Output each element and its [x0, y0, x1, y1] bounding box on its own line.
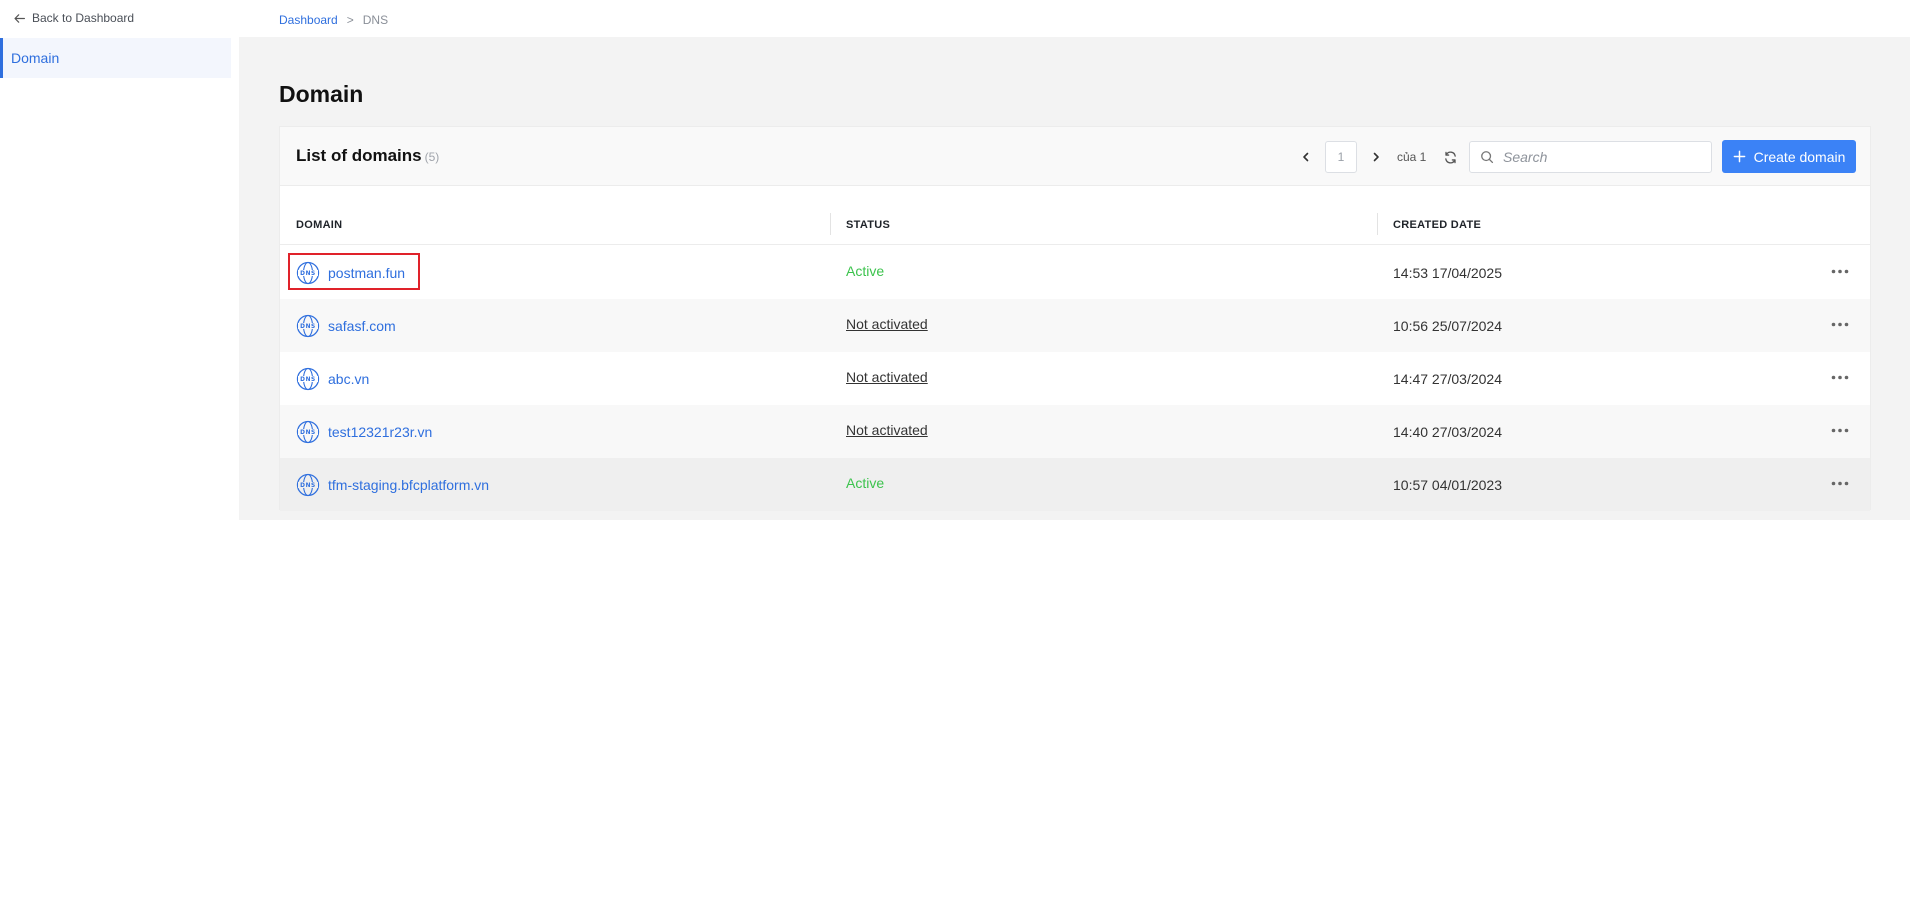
- page-number-input[interactable]: 1: [1325, 141, 1357, 173]
- row-actions-button[interactable]: [1827, 419, 1853, 441]
- dns-globe-icon: DNS: [296, 367, 320, 391]
- sidebar-item-domain[interactable]: Domain: [0, 38, 231, 78]
- row-actions-button[interactable]: [1827, 313, 1853, 335]
- column-status: STATUS: [846, 219, 891, 231]
- sidebar: Back to Dashboard Domain: [0, 0, 239, 919]
- domain-link[interactable]: DNS tfm-staging.bfcplatform.vn: [296, 473, 489, 497]
- domain-name: tfm-staging.bfcplatform.vn: [328, 477, 490, 493]
- back-to-dashboard-link[interactable]: Back to Dashboard: [13, 11, 134, 25]
- pagination: 1 của 1: [1291, 141, 1464, 173]
- status-badge: Active: [846, 263, 885, 279]
- prev-page-button[interactable]: [1291, 142, 1321, 172]
- chevron-right-icon: [1373, 152, 1379, 162]
- domain-link[interactable]: DNS safasf.com: [296, 314, 396, 338]
- breadcrumb-dashboard[interactable]: Dashboard: [279, 13, 338, 27]
- svg-text:DNS: DNS: [300, 377, 316, 383]
- svg-text:DNS: DNS: [300, 430, 316, 436]
- domain-name: safasf.com: [328, 318, 396, 334]
- domain-link[interactable]: DNS postman.fun: [296, 261, 405, 285]
- dns-globe-icon: DNS: [296, 261, 320, 285]
- row-actions-button[interactable]: [1827, 260, 1853, 282]
- created-date: 14:40 27/03/2024: [1393, 424, 1502, 440]
- svg-text:DNS: DNS: [300, 271, 316, 277]
- status-activate-link[interactable]: Not activated: [846, 369, 928, 385]
- svg-text:DNS: DNS: [300, 324, 316, 330]
- table-row: DNS tfm-staging.bfcplatform.vn Active 10…: [280, 458, 1870, 511]
- card-title: List of domains (5): [296, 146, 439, 166]
- more-horizontal-icon: [1831, 322, 1849, 326]
- refresh-button[interactable]: [1436, 143, 1464, 171]
- table-header: DOMAIN STATUS CREATED DATE: [280, 209, 1870, 245]
- table-row: DNS abc.vn Not activated 14:47 27/03/202…: [280, 352, 1870, 405]
- table-row: DNS safasf.com Not activated 10:56 25/07…: [280, 299, 1870, 352]
- card-title-text: List of domains: [296, 146, 422, 165]
- column-created-date: CREATED DATE: [1393, 219, 1482, 231]
- domain-link[interactable]: DNS test12321r23r.vn: [296, 420, 432, 444]
- domain-list-card: List of domains (5) 1 của 1 Search Creat…: [279, 126, 1871, 511]
- created-date: 14:47 27/03/2024: [1393, 371, 1502, 387]
- sidebar-item-label: Domain: [11, 50, 60, 66]
- create-domain-button[interactable]: Create domain: [1722, 140, 1856, 173]
- breadcrumb-dns: DNS: [362, 13, 389, 27]
- more-horizontal-icon: [1831, 269, 1849, 273]
- domain-link[interactable]: DNS abc.vn: [296, 367, 369, 391]
- create-domain-label: Create domain: [1753, 148, 1846, 165]
- page-total: của 1: [1397, 150, 1427, 164]
- table-row: DNS postman.fun Active 14:53 17/04/2025: [280, 246, 1870, 299]
- search-input[interactable]: [1503, 149, 1693, 165]
- chevron-left-icon: [1303, 152, 1309, 162]
- column-domain: DOMAIN: [296, 219, 343, 231]
- svg-text:DNS: DNS: [300, 483, 316, 489]
- created-date: 10:57 04/01/2023: [1393, 477, 1502, 493]
- column-divider: [830, 213, 831, 235]
- table-row: DNS test12321r23r.vn Not activated 14:40…: [280, 405, 1870, 458]
- dns-globe-icon: DNS: [296, 473, 320, 497]
- refresh-icon: [1445, 150, 1456, 164]
- topbar: Dashboard > DNS: [239, 0, 1910, 37]
- row-actions-button[interactable]: [1827, 472, 1853, 494]
- status-activate-link[interactable]: Not activated: [846, 422, 928, 438]
- breadcrumb: Dashboard > DNS: [279, 13, 388, 27]
- domain-name: test12321r23r.vn: [328, 424, 433, 440]
- status-activate-link[interactable]: Not activated: [846, 316, 928, 332]
- plus-icon: [1733, 150, 1745, 163]
- domain-count: (5): [424, 150, 440, 164]
- next-page-button[interactable]: [1361, 142, 1391, 172]
- search-icon: [1481, 151, 1494, 164]
- status-badge: Active: [846, 475, 885, 491]
- created-date: 10:56 25/07/2024: [1393, 318, 1502, 334]
- domain-name: abc.vn: [328, 371, 370, 387]
- search-box: [1469, 141, 1712, 173]
- more-horizontal-icon: [1831, 375, 1849, 379]
- main-content: Domain List of domains (5) 1 của 1 Searc…: [239, 37, 1910, 520]
- dns-globe-icon: DNS: [296, 420, 320, 444]
- breadcrumb-separator: >: [346, 13, 354, 27]
- back-label: Back to Dashboard: [32, 11, 135, 25]
- card-header: List of domains (5) 1 của 1 Search Creat…: [280, 127, 1870, 186]
- dns-globe-icon: DNS: [296, 314, 320, 338]
- more-horizontal-icon: [1831, 481, 1849, 485]
- row-actions-button[interactable]: [1827, 366, 1853, 388]
- arrow-left-icon: [14, 13, 25, 23]
- created-date: 14:53 17/04/2025: [1393, 265, 1502, 281]
- domain-name: postman.fun: [328, 265, 406, 281]
- column-divider: [1377, 213, 1378, 235]
- more-horizontal-icon: [1831, 428, 1849, 432]
- page-title: Domain: [279, 81, 364, 107]
